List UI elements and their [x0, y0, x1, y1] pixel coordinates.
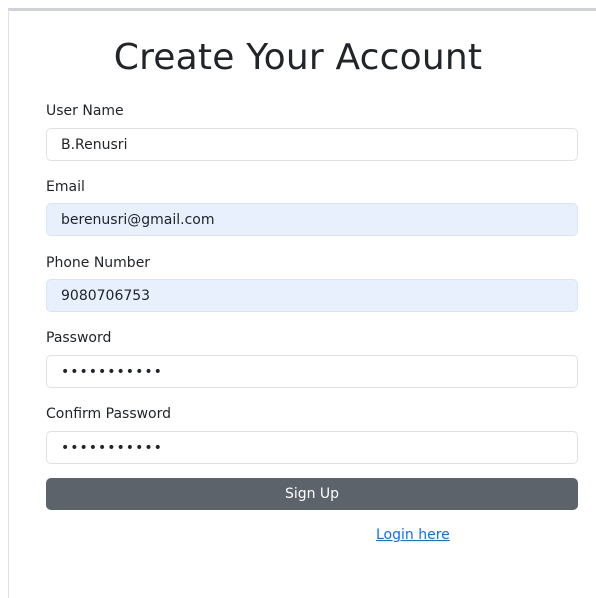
- confirm-password-label: Confirm Password: [46, 406, 172, 422]
- username-label: User Name: [46, 103, 124, 119]
- login-link[interactable]: Login here: [376, 526, 450, 544]
- email-field[interactable]: [46, 203, 578, 236]
- phone-label: Phone Number: [46, 255, 151, 271]
- password-label: Password: [46, 330, 112, 346]
- sign-up-button[interactable]: Sign Up: [46, 478, 578, 510]
- page-title: Create Your Account: [113, 37, 483, 78]
- email-label: Email: [46, 179, 85, 195]
- confirm-password-field[interactable]: [46, 431, 578, 464]
- password-field[interactable]: [46, 355, 578, 388]
- username-field[interactable]: [46, 128, 578, 161]
- phone-field[interactable]: [46, 279, 578, 312]
